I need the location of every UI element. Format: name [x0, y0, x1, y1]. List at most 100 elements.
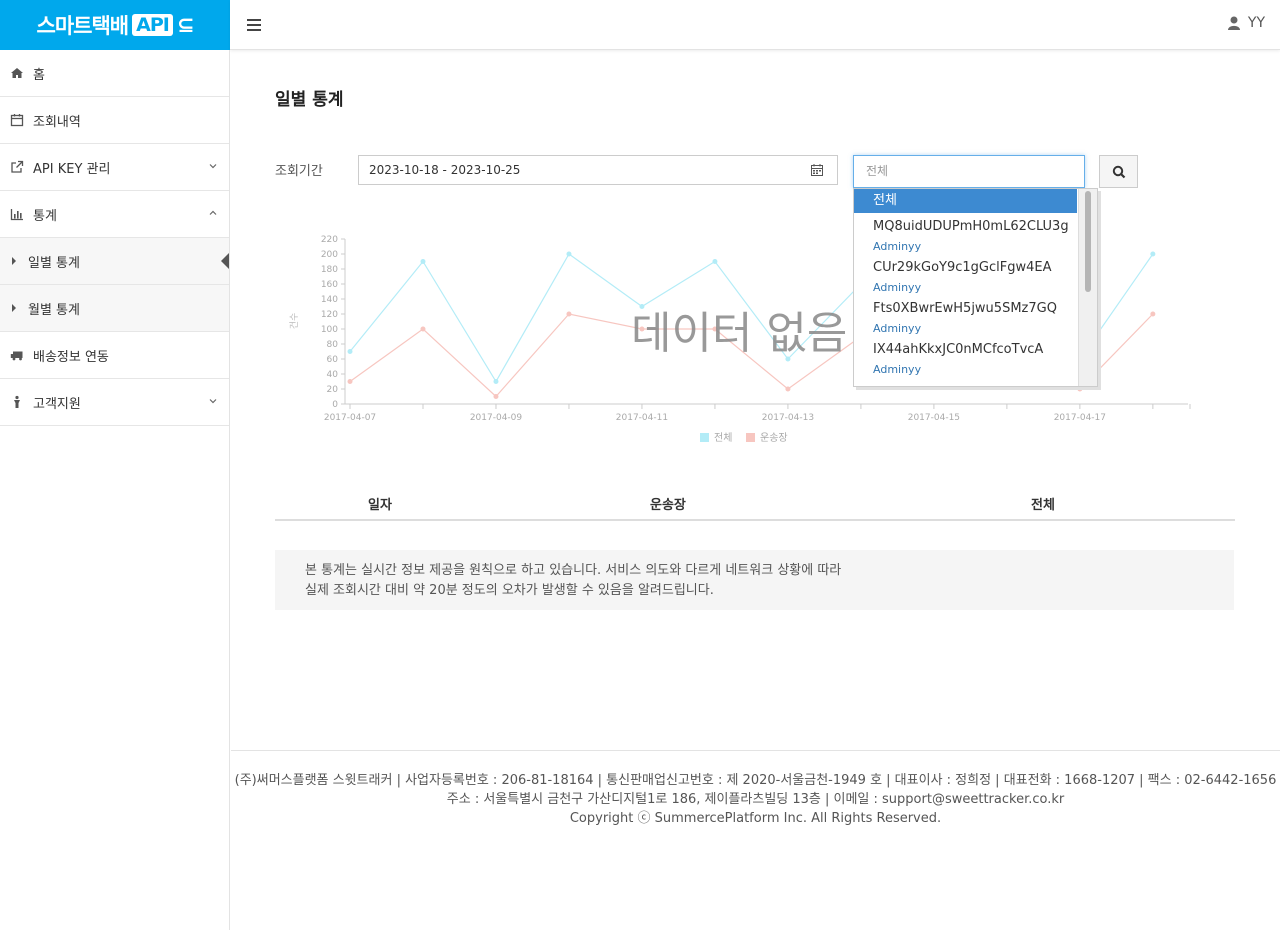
x-tick-label: 2017-04-15 [908, 413, 960, 423]
no-data-message: 데이터 없음 [631, 308, 848, 359]
series-point-1 [493, 394, 499, 399]
logo-text: 스마트택배 [36, 14, 130, 38]
page-title: 일별 통계 [275, 90, 344, 110]
sidebar: 홈 조회내역 API KEY 관리 통계 일별 통계 월별 통계 배송정보 연동… [0, 50, 230, 930]
x-tick-label: 2017-04-11 [616, 413, 668, 423]
legend-swatch [746, 433, 755, 442]
sidebar-item-support[interactable]: 고객지원 [0, 379, 229, 426]
footer-address: 주소 : 서울특별시 금천구 가산디지털1로 186, 제이플라츠빌딩 13층 … [446, 792, 1065, 807]
column-header-date: 일자 [368, 498, 392, 513]
chevron-down-icon [209, 399, 217, 404]
series-point-0 [347, 349, 353, 354]
y-tick-label: 180 [321, 265, 338, 275]
logo-wordmark: 스마트택배 API ⊆ [36, 10, 195, 40]
calendar-icon[interactable] [811, 164, 823, 176]
option-user: Adminyy [873, 363, 922, 376]
dropdown-option[interactable]: Fts0XBwrEwH5jwu5SMz7GQ Adminyy [854, 295, 1097, 336]
sidebar-item-label: 월별 통계 [28, 302, 80, 318]
option-key: IX44ahKkxJC0nMCfcoTvcA [873, 342, 1044, 357]
brand-logo[interactable]: 스마트택배 API ⊆ [0, 0, 230, 50]
sidebar-item-home[interactable]: 홈 [0, 50, 229, 97]
series-point-1 [566, 311, 572, 317]
chevron-down-icon [209, 164, 217, 169]
bar-chart-icon [10, 209, 23, 221]
y-tick-label: 100 [321, 325, 338, 335]
column-header-total: 전체 [1031, 498, 1055, 513]
dropdown-scrollbar[interactable] [1078, 189, 1097, 386]
footer-copyright: Copyright ⓒ SummercePlatform Inc. All Ri… [569, 811, 942, 826]
y-tick-label: 140 [321, 295, 338, 305]
top-bar: YY [230, 0, 1280, 50]
sidebar-item-monthly-stats[interactable]: 월별 통계 [0, 285, 229, 332]
dropdown-option[interactable]: IX44ahKkxJC0nMCfcoTvcA Adminyy [854, 336, 1097, 377]
sidebar-item-label: 홈 [33, 67, 45, 83]
logo-api-badge: API [132, 14, 173, 36]
notice-line: 본 통계는 실시간 정보 제공을 원칙으로 하고 있습니다. 서비스 의도와 다… [305, 563, 842, 578]
option-key: MQ8uidUDUPmH0mL62CLU3g [873, 219, 1069, 234]
external-link-icon [11, 160, 24, 173]
search-button[interactable] [1099, 155, 1138, 188]
series-point-1 [785, 386, 791, 392]
y-tick-label: 80 [327, 340, 339, 350]
y-tick-label: 0 [332, 400, 338, 410]
column-header-waybill: 운송장 [650, 498, 686, 513]
sidebar-item-label: 조회내역 [33, 114, 81, 130]
series-point-1 [1150, 311, 1156, 317]
sidebar-item-api-key[interactable]: API KEY 관리 [0, 144, 229, 191]
scrollbar-thumb[interactable] [1085, 191, 1091, 292]
x-tick-label: 2017-04-13 [762, 413, 814, 423]
truck-icon [10, 351, 23, 361]
sidebar-item-label: 배송정보 연동 [33, 349, 109, 365]
home-icon [11, 68, 23, 78]
search-icon [1112, 165, 1125, 178]
calendar-icon [10, 114, 24, 127]
dropdown-option-all[interactable]: 전체 [854, 189, 1077, 213]
user-name: YY [1247, 15, 1265, 31]
series-point-1 [347, 379, 353, 384]
option-key: Fts0XBwrEwH5jwu5SMz7GQ [873, 301, 1057, 316]
option-user: Adminyy [873, 322, 922, 335]
select-placeholder: 전체 [866, 164, 889, 178]
y-tick-label: 220 [321, 235, 338, 245]
sidebar-item-label: 통계 [33, 208, 57, 224]
y-tick-label: 40 [327, 370, 339, 380]
series-point-0 [420, 259, 426, 264]
series-point-0 [566, 251, 572, 257]
sidebar-item-daily-stats[interactable]: 일별 통계 [0, 238, 229, 285]
chevron-up-icon [209, 210, 217, 215]
dropdown-option[interactable]: CUr29kGoY9c1gGclFgw4EA Adminyy [854, 254, 1097, 295]
active-indicator [221, 253, 229, 269]
menu-toggle-icon[interactable] [247, 16, 261, 34]
option-user: Adminyy [873, 240, 922, 253]
api-key-dropdown[interactable]: 전체 MQ8uidUDUPmH0mL62CLU3g Adminyy CUr29k… [853, 188, 1098, 387]
dropdown-option[interactable]: MQ8uidUDUPmH0mL62CLU3g Adminyy [854, 213, 1097, 254]
legend-swatch [700, 433, 709, 442]
api-key-select[interactable]: 전체 [853, 155, 1085, 188]
caret-right-icon [12, 304, 16, 312]
logo-suffix: ⊆ [176, 13, 195, 37]
legend-label: 전체 [714, 432, 732, 444]
option-user: Adminyy [873, 281, 922, 294]
legend-label: 운송장 [760, 432, 788, 444]
x-tick-label: 2017-04-09 [470, 413, 523, 423]
sidebar-item-stats[interactable]: 통계 [0, 191, 229, 238]
date-range-value: 2023-10-18 - 2023-10-25 [369, 163, 521, 177]
user-menu[interactable]: YY [1227, 15, 1265, 31]
y-tick-label: 20 [327, 385, 339, 395]
footer: (주)써머스플랫폼 스윗트래커 | 사업자등록번호 : 206-81-18164… [231, 750, 1280, 930]
series-point-0 [1150, 251, 1156, 257]
stats-table-header: 일자 운송장 전체 [275, 483, 1235, 521]
option-key: CUr29kGoY9c1gGclFgw4EA [873, 260, 1052, 275]
y-tick-label: 160 [321, 280, 338, 290]
notice-line: 실제 조회시간 대비 약 20분 정도의 오차가 발생할 수 있음을 알려드립니… [305, 583, 714, 598]
y-axis-title: 건수 [289, 313, 300, 330]
series-point-0 [493, 379, 499, 384]
sidebar-item-delivery-link[interactable]: 배송정보 연동 [0, 332, 229, 379]
sidebar-item-history[interactable]: 조회내역 [0, 97, 229, 144]
sidebar-item-label: 고객지원 [33, 396, 81, 412]
series-point-1 [1077, 386, 1083, 392]
y-tick-label: 60 [327, 355, 339, 365]
y-tick-label: 120 [321, 310, 338, 320]
date-range-input[interactable]: 2023-10-18 - 2023-10-25 [358, 155, 838, 185]
main-content: 일별 통계 조회기간 2023-10-18 - 2023-10-25 전체 0 2… [231, 51, 1280, 749]
